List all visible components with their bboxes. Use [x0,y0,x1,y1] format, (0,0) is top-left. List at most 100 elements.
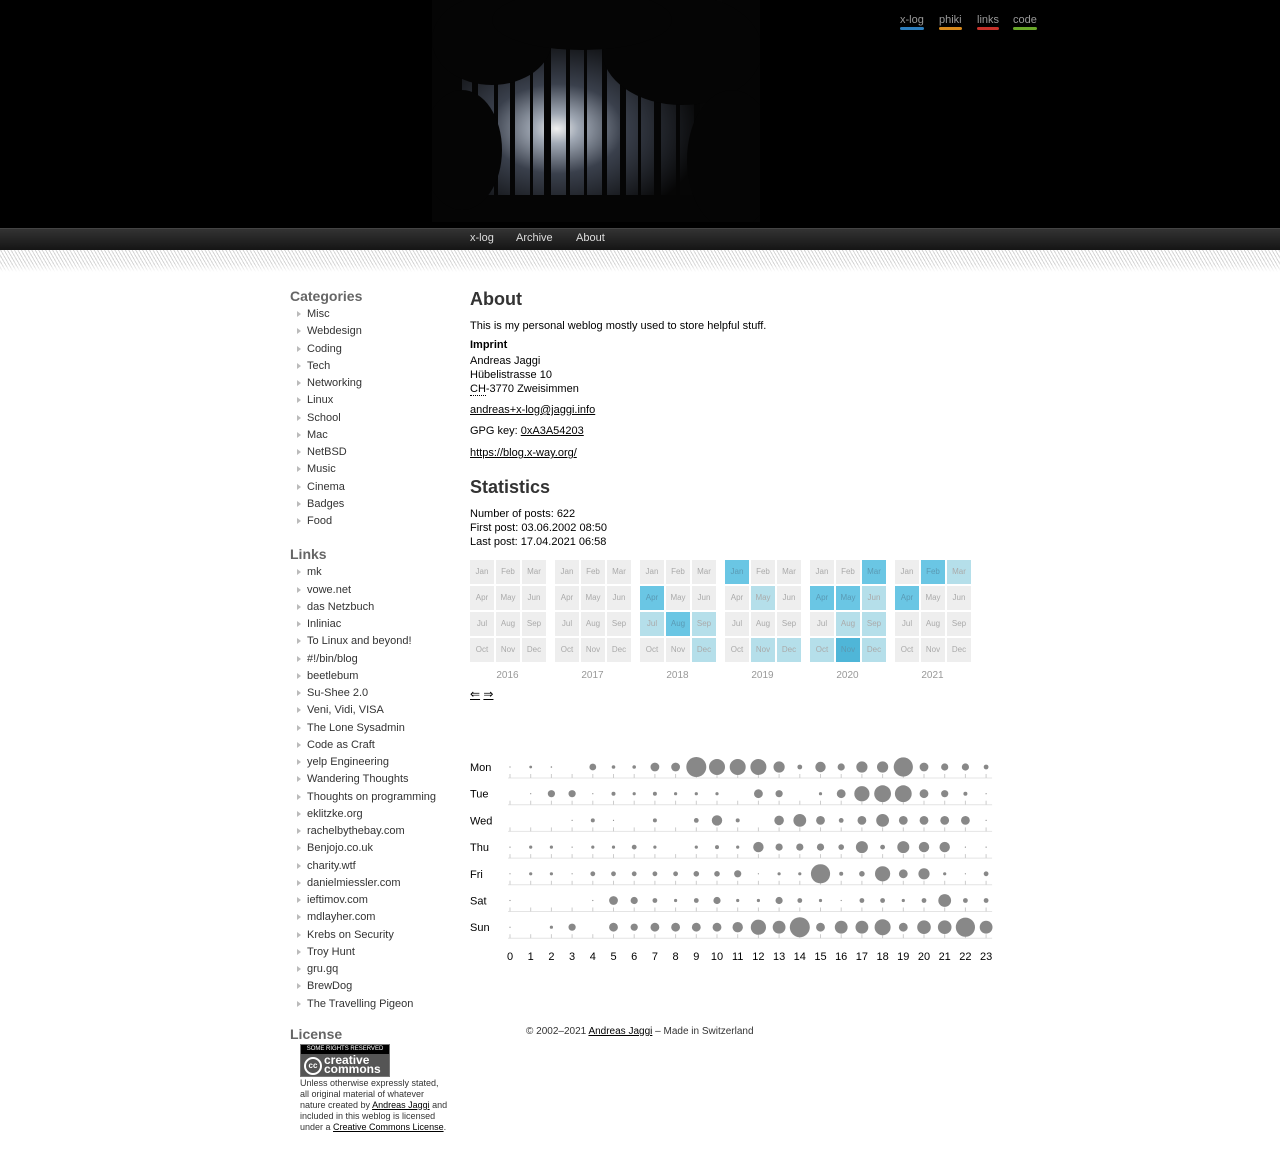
month-cell[interactable]: Nov [836,638,860,662]
month-cell[interactable]: Nov [921,638,945,662]
toplink-phiki[interactable]: phiki [939,14,962,30]
category-link[interactable]: Networking [307,377,362,389]
month-cell[interactable]: Mar [947,560,971,584]
month-cell[interactable]: Feb [921,560,945,584]
category-item[interactable]: Webdesign [290,325,450,342]
license-author-link[interactable]: Andreas Jaggi [372,1100,430,1110]
nav-xlog[interactable]: x-log [470,232,494,244]
month-cell[interactable]: Oct [725,638,749,662]
month-cell[interactable]: Feb [496,560,520,584]
blogroll-item[interactable]: vowe.net [290,584,450,601]
blogroll-item[interactable]: das Netzbuch [290,601,450,618]
month-cell[interactable]: Dec [607,638,631,662]
category-item[interactable]: Food [290,515,450,532]
category-item[interactable]: Music [290,463,450,480]
blogroll-item[interactable]: Thoughts on programming [290,791,450,808]
blogroll-link[interactable]: #!/bin/blog [307,653,358,665]
month-cell[interactable]: Sep [777,612,801,636]
category-item[interactable]: Networking [290,377,450,394]
month-cell[interactable]: Oct [470,638,494,662]
month-cell[interactable]: Nov [581,638,605,662]
month-cell[interactable]: Jul [640,612,664,636]
month-cell[interactable]: Aug [751,612,775,636]
month-cell[interactable]: Jun [522,586,546,610]
blogroll-item[interactable]: Su-Shee 2.0 [290,687,450,704]
category-link[interactable]: Mac [307,429,328,441]
month-cell[interactable]: Jun [862,586,886,610]
blogroll-link[interactable]: das Netzbuch [307,601,374,613]
blogroll-item[interactable]: Wandering Thoughts [290,773,450,790]
category-item[interactable]: Coding [290,343,450,360]
prev-years-link[interactable]: ⇐ [470,687,480,701]
month-cell[interactable]: Jun [777,586,801,610]
blogroll-item[interactable]: Troy Hunt [290,946,450,963]
blogroll-link[interactable]: The Lone Sysadmin [307,722,405,734]
month-cell[interactable]: Dec [947,638,971,662]
blogroll-link[interactable]: Troy Hunt [307,946,355,958]
month-cell[interactable]: Feb [836,560,860,584]
toplink-links[interactable]: links [977,14,1000,30]
month-cell[interactable]: Jul [895,612,919,636]
blogroll-link[interactable]: gru.gq [307,963,338,975]
category-item[interactable]: NetBSD [290,446,450,463]
blogroll-item[interactable]: gru.gq [290,963,450,980]
blogroll-item[interactable]: rachelbythebay.com [290,825,450,842]
blogroll-link[interactable]: BrewDog [307,980,352,992]
month-cell[interactable]: Jul [810,612,834,636]
blogroll-item[interactable]: beetlebum [290,670,450,687]
month-cell[interactable]: Nov [751,638,775,662]
blogroll-link[interactable]: eklitzke.org [307,808,363,820]
month-cell[interactable]: Dec [862,638,886,662]
month-cell[interactable]: Jun [947,586,971,610]
blogroll-item[interactable]: BrewDog [290,980,450,997]
blogroll-item[interactable]: ieftimov.com [290,894,450,911]
category-item[interactable]: School [290,412,450,429]
blogroll-link[interactable]: rachelbythebay.com [307,825,405,837]
category-link[interactable]: Tech [307,360,330,372]
category-link[interactable]: NetBSD [307,446,347,458]
month-cell[interactable]: Oct [640,638,664,662]
month-cell[interactable]: May [581,586,605,610]
month-cell[interactable]: Mar [692,560,716,584]
blogroll-link[interactable]: To Linux and beyond! [307,635,412,647]
nav-archive[interactable]: Archive [516,232,553,244]
month-cell[interactable]: Apr [810,586,834,610]
blogroll-item[interactable]: #!/bin/blog [290,653,450,670]
month-cell[interactable]: Mar [777,560,801,584]
month-cell[interactable]: Aug [836,612,860,636]
month-cell[interactable]: Jul [555,612,579,636]
month-cell[interactable]: Jul [725,612,749,636]
category-item[interactable]: Tech [290,360,450,377]
month-cell[interactable]: Sep [522,612,546,636]
month-cell[interactable]: Aug [666,612,690,636]
category-link[interactable]: Music [307,463,336,475]
blogroll-link[interactable]: Benjojo.co.uk [307,842,373,854]
month-cell[interactable]: Dec [777,638,801,662]
month-cell[interactable]: Aug [921,612,945,636]
month-cell[interactable]: Jan [810,560,834,584]
blogroll-item[interactable]: mk [290,566,450,583]
month-cell[interactable]: Jan [470,560,494,584]
month-cell[interactable]: Jan [555,560,579,584]
next-years-link[interactable]: ⇒ [483,687,493,701]
month-cell[interactable]: Feb [581,560,605,584]
month-cell[interactable]: May [666,586,690,610]
category-link[interactable]: Coding [307,343,342,355]
month-cell[interactable]: Aug [496,612,520,636]
license-cc-link[interactable]: Creative Commons License [333,1122,444,1132]
blogroll-link[interactable]: charity.wtf [307,860,356,872]
month-cell[interactable]: Jan [640,560,664,584]
month-cell[interactable]: Dec [692,638,716,662]
month-cell[interactable]: Jan [725,560,749,584]
month-cell[interactable]: Sep [692,612,716,636]
blogroll-link[interactable]: The Travelling Pigeon [307,998,413,1010]
blogroll-item[interactable]: To Linux and beyond! [290,635,450,652]
month-cell[interactable]: Sep [607,612,631,636]
blog-url-link[interactable]: https://blog.x-way.org/ [470,447,577,459]
month-cell[interactable]: Nov [496,638,520,662]
category-item[interactable]: Badges [290,498,450,515]
month-cell[interactable]: Oct [810,638,834,662]
blogroll-link[interactable]: Veni, Vidi, VISA [307,704,384,716]
blogroll-item[interactable]: charity.wtf [290,860,450,877]
category-link[interactable]: Webdesign [307,325,362,337]
